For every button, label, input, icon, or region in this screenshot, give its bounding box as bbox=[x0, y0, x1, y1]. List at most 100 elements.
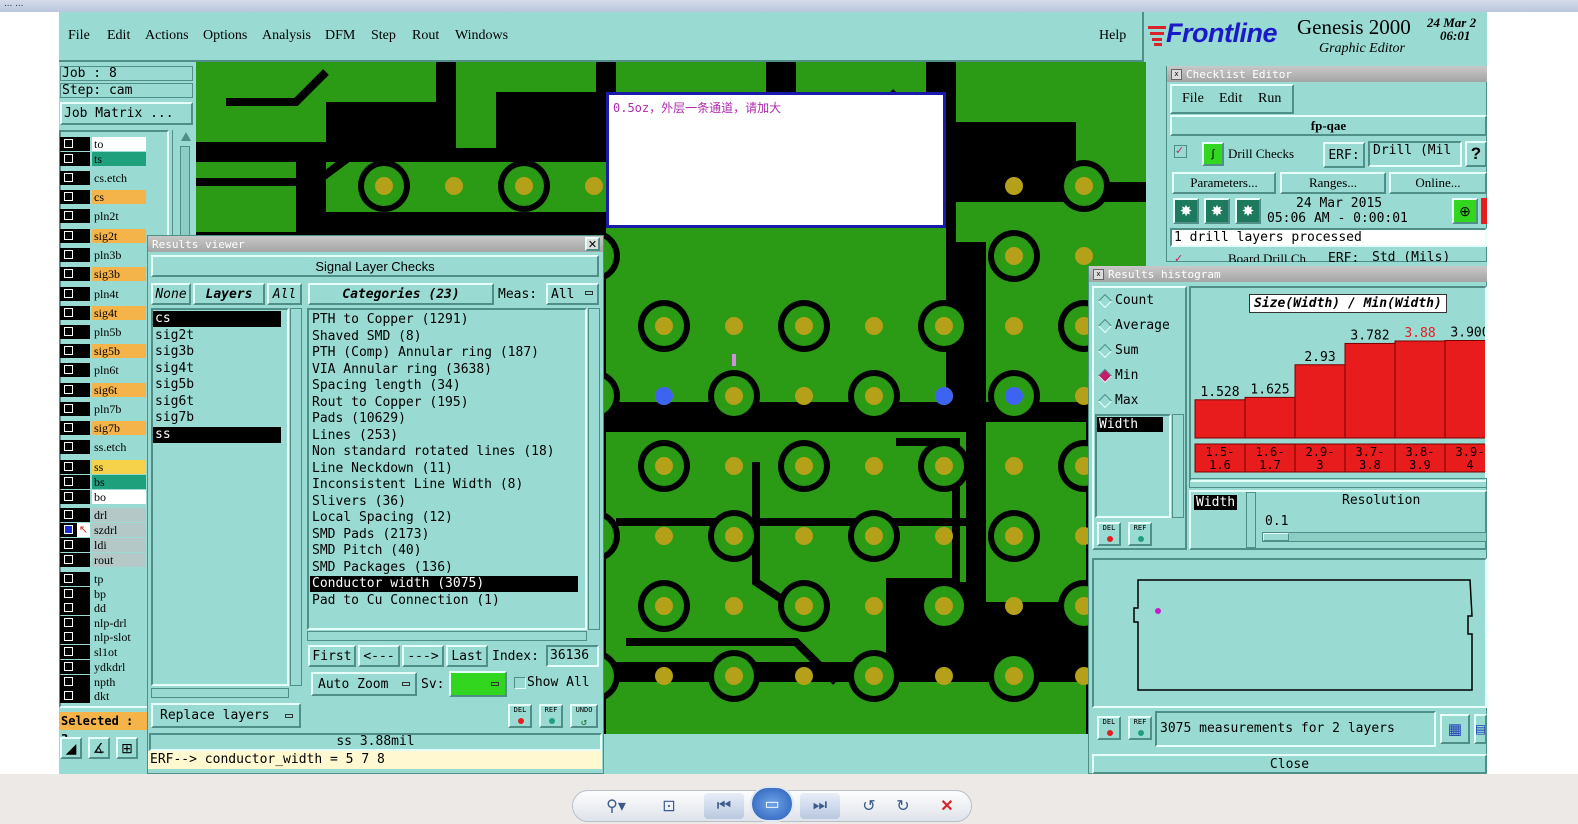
menu-file[interactable]: File bbox=[68, 28, 90, 44]
histogram-bar[interactable] bbox=[1294, 364, 1346, 439]
menu-step[interactable]: Step bbox=[371, 28, 396, 44]
ref-button[interactable]: REF bbox=[539, 704, 563, 728]
layer-affected-checkbox[interactable] bbox=[64, 691, 73, 700]
category-item[interactable]: PTH (Comp) Annular ring (187) bbox=[310, 345, 578, 361]
layer-row-ydkdrl[interactable]: ydkdrl bbox=[60, 660, 146, 674]
category-item[interactable]: SMD Pads (2173) bbox=[310, 527, 578, 543]
results-viewer-titlebar[interactable]: Results viewer bbox=[148, 236, 603, 252]
menu-edit[interactable]: Edit bbox=[107, 28, 130, 44]
layer-row-pln2t[interactable]: pln2t bbox=[60, 209, 146, 223]
layer-affected-checkbox[interactable] bbox=[64, 154, 73, 163]
auto-zoom-select[interactable]: Auto Zoom bbox=[311, 672, 417, 696]
zoom-icon[interactable]: ⚲▾ bbox=[598, 793, 634, 819]
category-item[interactable]: Pads (10629) bbox=[310, 411, 578, 427]
layer-filter-item[interactable]: sig5b bbox=[153, 377, 281, 393]
layer-row-drl[interactable]: drl bbox=[60, 508, 146, 522]
drill-checks-icon[interactable]: ∫ bbox=[1202, 142, 1224, 166]
print-icon[interactable]: ▤ bbox=[1474, 714, 1487, 744]
layer-filter-item[interactable]: sig4t bbox=[153, 361, 281, 377]
layer-row-dkt[interactable]: dkt bbox=[60, 689, 146, 703]
undo-button[interactable]: UNDO ↺ bbox=[570, 704, 598, 728]
category-item[interactable]: Line Neckdown (11) bbox=[310, 461, 578, 477]
layer-affected-checkbox[interactable] bbox=[64, 308, 73, 317]
ranges-button[interactable]: Ranges... bbox=[1280, 172, 1386, 194]
erf-field[interactable]: Drill (Mil bbox=[1368, 141, 1462, 167]
histogram-bar[interactable] bbox=[1394, 340, 1446, 439]
show-all-checkbox[interactable] bbox=[514, 677, 526, 689]
menu-actions[interactable]: Actions bbox=[145, 28, 189, 44]
layer-row-bo[interactable]: bo bbox=[60, 490, 146, 504]
layer-filter-scrollbar[interactable] bbox=[290, 308, 302, 686]
layer-row-pln5b[interactable]: pln5b bbox=[60, 325, 146, 339]
index-input[interactable]: 36136 bbox=[546, 645, 599, 667]
layer-affected-checkbox[interactable] bbox=[64, 540, 73, 549]
window-close-icon[interactable]: x bbox=[1171, 68, 1182, 80]
layer-affected-checkbox[interactable] bbox=[64, 289, 73, 298]
histogram-close-button[interactable]: Close bbox=[1092, 754, 1487, 774]
checklist-menu-edit[interactable]: Edit bbox=[1219, 91, 1242, 107]
layer-affected-checkbox[interactable] bbox=[64, 404, 73, 413]
layer-filter-item[interactable]: sig6t bbox=[153, 394, 281, 410]
layer-row-sig3b[interactable]: sig3b bbox=[60, 267, 146, 281]
layer-row-to[interactable]: to bbox=[60, 137, 146, 151]
layer-affected-checkbox[interactable] bbox=[64, 492, 73, 501]
grid-icon[interactable]: ⊞ bbox=[116, 737, 138, 759]
histogram-bar[interactable] bbox=[1244, 396, 1296, 439]
measure-item-width[interactable]: Width bbox=[1097, 417, 1163, 432]
window-close-icon[interactable]: x bbox=[1093, 268, 1104, 280]
first-button[interactable]: First bbox=[308, 645, 356, 667]
layer-affected-checkbox[interactable] bbox=[64, 510, 73, 519]
layer-affected-checkbox[interactable] bbox=[64, 192, 73, 201]
layer-row-npth[interactable]: npth bbox=[60, 675, 146, 689]
hist-ref-button[interactable]: REF bbox=[1128, 522, 1152, 546]
del-button[interactable]: DEL bbox=[508, 704, 532, 728]
layer-row-sig4t[interactable]: sig4t bbox=[60, 306, 146, 320]
category-item[interactable]: SMD Packages (136) bbox=[310, 560, 578, 576]
layer-row-cs.etch[interactable]: cs.etch bbox=[60, 171, 146, 185]
category-item[interactable]: Conductor width (3075) bbox=[310, 576, 578, 592]
outline-ref-button[interactable]: REF bbox=[1128, 716, 1152, 740]
layer-row-szdrl[interactable]: szdrl ↖ bbox=[60, 523, 146, 537]
layer-row-pln6t[interactable]: pln6t bbox=[60, 363, 146, 377]
layer-affected-checkbox[interactable] bbox=[64, 269, 73, 278]
all-button[interactable]: All bbox=[267, 283, 302, 305]
layer-affected-checkbox[interactable] bbox=[64, 250, 73, 259]
layer-filter-item[interactable]: ss bbox=[153, 426, 281, 443]
histogram-hscroll[interactable] bbox=[1189, 478, 1487, 488]
layer-row-cs[interactable]: cs bbox=[60, 190, 146, 204]
layer-affected-checkbox[interactable] bbox=[64, 677, 73, 686]
scroll-up-icon[interactable] bbox=[181, 132, 191, 141]
histogram-titlebar[interactable]: x Results histogram bbox=[1089, 266, 1487, 282]
run-check-icon[interactable]: ✸ bbox=[1173, 198, 1199, 224]
layer-row-pln3b[interactable]: pln3b bbox=[60, 248, 146, 262]
layer-row-ss.etch[interactable]: ss.etch bbox=[60, 440, 146, 454]
command-line[interactable]: ERF--> conductor_width = 5 7 8 bbox=[148, 751, 602, 769]
layer-affected-checkbox[interactable] bbox=[64, 477, 73, 486]
board-outline-preview[interactable] bbox=[1092, 558, 1487, 708]
sv-color-select[interactable] bbox=[449, 671, 507, 697]
checklist-menu-file[interactable]: File bbox=[1182, 91, 1204, 107]
layer-affected-checkbox[interactable] bbox=[64, 618, 73, 627]
layer-affected-checkbox[interactable] bbox=[64, 365, 73, 374]
meas-select[interactable]: All bbox=[546, 283, 599, 305]
last-button[interactable]: Last bbox=[446, 645, 488, 667]
layer-affected-checkbox[interactable] bbox=[64, 211, 73, 220]
layer-row-sig6t[interactable]: sig6t bbox=[60, 383, 146, 397]
layer-row-sig2t[interactable]: sig2t bbox=[60, 229, 146, 243]
category-item[interactable]: Slivers (36) bbox=[310, 494, 578, 510]
layer-row-tp[interactable]: tp bbox=[60, 572, 146, 586]
next-image-icon[interactable]: ⏭ bbox=[800, 793, 840, 819]
job-matrix-button[interactable]: Job Matrix ... bbox=[60, 102, 193, 125]
layer-affected-checkbox[interactable] bbox=[64, 139, 73, 148]
layer-affected-checkbox[interactable] bbox=[64, 555, 73, 564]
layer-row-ts[interactable]: ts bbox=[60, 152, 146, 166]
measure-list-scrollbar[interactable] bbox=[1172, 414, 1184, 518]
zoom-fit-icon[interactable]: ◢ bbox=[60, 737, 82, 759]
histogram-chart[interactable]: 1.528 1.5-1.6 1.625 1.6-1.7 2.93 2.9-3 3.782 3.… bbox=[1191, 288, 1487, 480]
category-hscroll[interactable] bbox=[307, 631, 587, 641]
layer-filter-item[interactable]: cs bbox=[153, 311, 281, 327]
category-item[interactable]: Inconsistent Line Width (8) bbox=[310, 477, 578, 493]
categories-button[interactable]: Categories (23) bbox=[308, 283, 494, 305]
layer-filter-hscroll[interactable] bbox=[151, 688, 289, 698]
layer-row-nlp-drl[interactable]: nlp-drl bbox=[60, 616, 146, 630]
